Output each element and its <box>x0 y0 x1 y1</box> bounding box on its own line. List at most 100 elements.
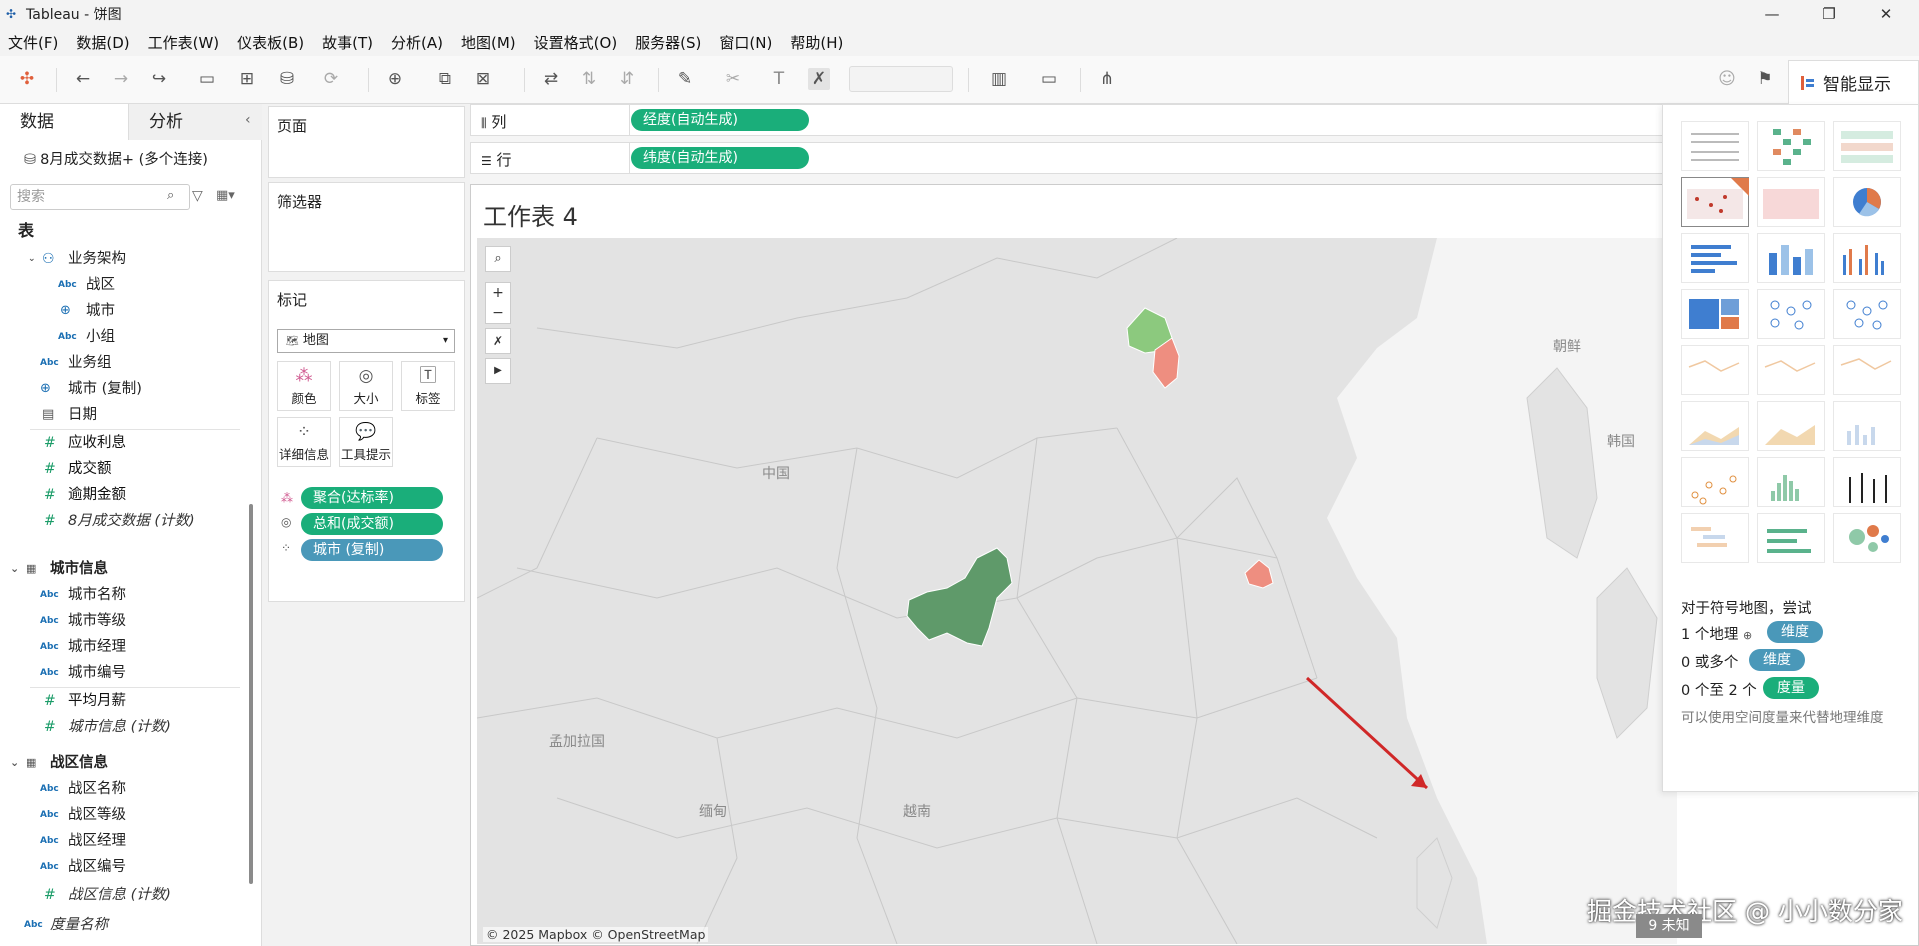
pill-sum-amount[interactable]: 总和(成交额) <box>301 513 443 535</box>
filters-shelf[interactable]: 筛选器 <box>268 182 465 272</box>
search-input[interactable]: 搜索 <box>10 184 190 210</box>
redo-icon[interactable]: → <box>110 68 132 90</box>
connection-label[interactable]: ⛁ 8月成交数据+ (多个连接) <box>24 148 208 169</box>
field-city-code[interactable]: Abc 城市编号 <box>0 662 240 684</box>
field-city-level[interactable]: Abc 城市等级 <box>0 610 240 632</box>
assistant-icon[interactable]: ☺ <box>1716 68 1738 90</box>
menu-help[interactable]: 帮助(H) <box>790 32 843 53</box>
field-business-group[interactable]: Abc 业务组 <box>0 352 240 374</box>
field-interest[interactable]: # 应收利息 <box>0 432 240 454</box>
pill-latitude[interactable]: 纬度(自动生成) <box>631 147 809 169</box>
menu-dashboard[interactable]: 仪表板(B) <box>237 32 304 53</box>
pin-map-icon[interactable]: ✗ <box>485 328 511 354</box>
share-icon[interactable]: ⋔ <box>1096 68 1118 90</box>
fit-dropdown[interactable] <box>849 66 953 92</box>
size-button[interactable]: ◎ 大小 <box>339 361 393 411</box>
field-zone-count[interactable]: # 战区信息 (计数) <box>0 884 240 906</box>
minimize-icon[interactable]: — <box>1749 0 1795 28</box>
undo-icon[interactable]: ← <box>72 68 94 90</box>
duplicate-sheet-icon[interactable]: ⧉ <box>434 68 456 90</box>
new-datasource-icon[interactable]: ⊞ <box>236 68 258 90</box>
map-view[interactable]: 中国 朝鲜 韩国 孟加拉国 缅甸 越南 ⌕ + − ✗ ▶ © 2025 Map… <box>477 238 1677 944</box>
field-deal-amount[interactable]: # 成交额 <box>0 458 240 480</box>
field-city-count[interactable]: # 城市信息 (计数) <box>0 716 240 738</box>
map-label-vietnam: 越南 <box>903 804 931 820</box>
tab-data[interactable]: 数据 <box>0 104 128 140</box>
view-options-icon[interactable]: ▦▾ <box>216 188 235 203</box>
group-city-info[interactable]: ⌄ ▦ 城市信息 <box>0 558 240 580</box>
menu-map[interactable]: 地图(M) <box>461 32 516 53</box>
field-city-name[interactable]: Abc 城市名称 <box>0 584 240 606</box>
req-dim-label: 0 或多个 <box>1681 655 1739 671</box>
field-city-copy[interactable]: ⊕ 城市 (复制) <box>0 378 240 400</box>
format-painter-icon[interactable]: ⚑ <box>1754 68 1776 90</box>
menu-file[interactable]: 文件(F) <box>8 32 58 53</box>
new-worksheet-icon[interactable]: ⊕ <box>384 68 406 90</box>
filter-icon[interactable]: ▽ <box>192 188 203 204</box>
field-zone[interactable]: Abc 战区 <box>0 274 240 296</box>
smart-show-tab[interactable]: 智能显示 <box>1788 60 1919 104</box>
show-labels-icon[interactable]: T <box>768 68 790 90</box>
rows-icon: ☰ <box>481 154 492 168</box>
marks-type-dropdown[interactable]: 🗺 地图 ▾ <box>277 329 455 353</box>
field-zone-code[interactable]: Abc 战区编号 <box>0 856 240 878</box>
field-date[interactable]: ▤ 日期 <box>0 404 240 426</box>
expand-toolbar-icon[interactable]: ▶ <box>485 358 511 384</box>
pages-shelf[interactable]: 页面 <box>268 106 465 178</box>
zoom-out-icon[interactable]: − <box>486 303 510 323</box>
clear-sheet-icon[interactable]: ⊠ <box>472 68 494 90</box>
field-zone-manager[interactable]: Abc 战区经理 <box>0 830 240 852</box>
replay-icon[interactable]: ↪ <box>148 68 170 90</box>
menu-story[interactable]: 故事(T) <box>322 32 373 53</box>
unknown-badge[interactable]: 9 未知 <box>1636 914 1702 938</box>
detail-button[interactable]: ⁘ 详细信息 <box>277 417 331 467</box>
collapse-pane-icon[interactable]: ‹ <box>245 112 251 128</box>
sort-asc-icon[interactable]: ⇅ <box>578 68 600 90</box>
field-zone-level[interactable]: Abc 战区等级 <box>0 804 240 826</box>
maximize-icon[interactable]: ❐ <box>1806 0 1852 28</box>
field-measure-names[interactable]: Abc 度量名称 <box>0 914 240 936</box>
map-label-myanmar: 缅甸 <box>699 804 727 820</box>
zoom-in-icon[interactable]: + <box>486 283 510 303</box>
menu-analysis[interactable]: 分析(A) <box>391 32 443 53</box>
pill-city-copy[interactable]: 城市 (复制) <box>301 539 443 561</box>
close-icon[interactable]: ✕ <box>1863 0 1909 28</box>
field-city[interactable]: ⊕ 城市 <box>0 300 240 322</box>
field-overdue[interactable]: # 逾期金额 <box>0 484 240 506</box>
smart-show-icon <box>1801 75 1815 90</box>
show-cards-icon[interactable]: ▥ <box>988 68 1010 90</box>
field-hierarchy[interactable]: ⌄ ⚇ 业务架构 <box>0 248 240 270</box>
menu-format[interactable]: 设置格式(O) <box>534 32 618 53</box>
field-team[interactable]: Abc 小组 <box>0 326 240 348</box>
scrollbar-thumb[interactable] <box>249 504 253 884</box>
menu-data[interactable]: 数据(D) <box>76 32 129 53</box>
field-zone-name[interactable]: Abc 战区名称 <box>0 778 240 800</box>
tooltip-button[interactable]: 💬 工具提示 <box>339 417 393 467</box>
group-icon[interactable]: ✂ <box>722 68 744 90</box>
highlight-icon[interactable]: ✎ <box>674 68 696 90</box>
tab-analysis[interactable]: 分析 <box>128 104 262 140</box>
sort-desc-icon[interactable]: ⇵ <box>616 68 638 90</box>
pill-longitude[interactable]: 经度(自动生成) <box>631 109 809 131</box>
columns-icon: ⫼ <box>481 116 487 130</box>
field-city-manager[interactable]: Abc 城市经理 <box>0 636 240 658</box>
field-avg-salary[interactable]: # 平均月薪 <box>0 690 240 712</box>
pill-agg-rate[interactable]: 聚合(达标率) <box>301 487 443 509</box>
swap-icon[interactable]: ⇄ <box>540 68 562 90</box>
label-button[interactable]: 🅃 标签 <box>401 361 455 411</box>
map-credit[interactable]: © 2025 Mapbox © OpenStreetMap <box>483 927 709 942</box>
color-button[interactable]: ⁂ 颜色 <box>277 361 331 411</box>
menu-server[interactable]: 服务器(S) <box>635 32 701 53</box>
presentation-icon[interactable]: ▭ <box>1038 68 1060 90</box>
group-zone-info[interactable]: ⌄ ▦ 战区信息 <box>0 752 240 774</box>
menu-worksheet[interactable]: 工作表(W) <box>148 32 220 53</box>
refresh-icon[interactable]: ⟳ <box>320 68 342 90</box>
fix-axes-icon[interactable]: ✗ <box>808 68 830 90</box>
datasource-icon[interactable]: ⛁ <box>276 68 298 90</box>
tableau-home-icon[interactable]: ✣ <box>16 68 38 90</box>
map-search-icon[interactable]: ⌕ <box>485 246 511 272</box>
field-count[interactable]: #8月成交数据 (计数) <box>0 510 240 532</box>
menu-window[interactable]: 窗口(N) <box>719 32 772 53</box>
chart-thumbnails-art <box>1687 129 1893 553</box>
save-icon[interactable]: ▭ <box>196 68 218 90</box>
